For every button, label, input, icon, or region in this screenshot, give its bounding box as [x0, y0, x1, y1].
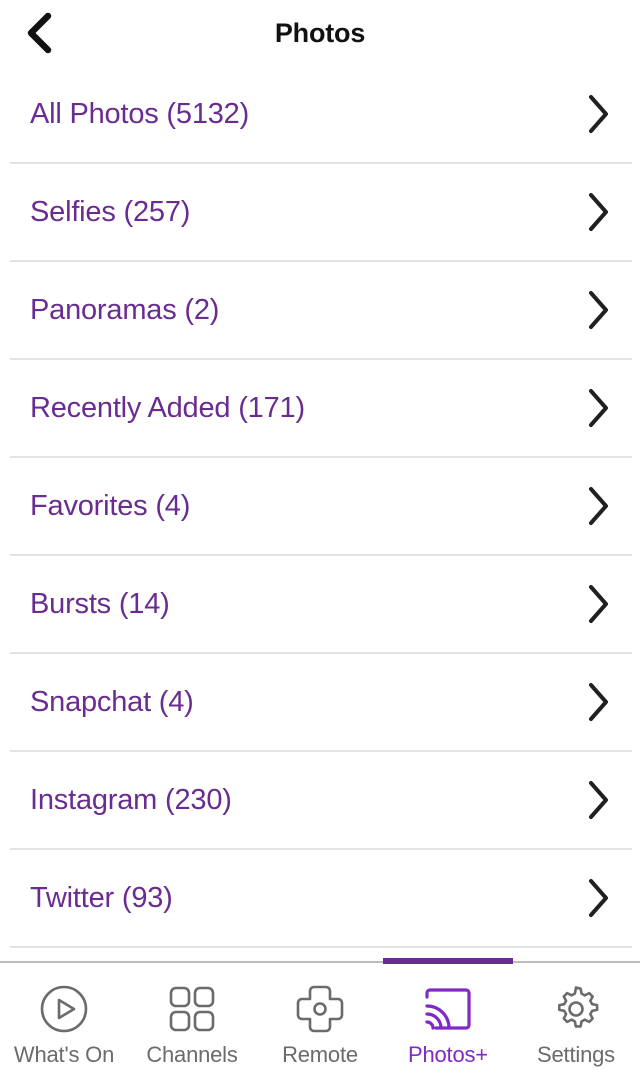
dpad-icon	[294, 983, 346, 1035]
list-divider	[10, 946, 632, 948]
list-item-label: Bursts (14)	[30, 587, 170, 620]
photos-screen: Photos All Photos (5132) Selfies (257) P…	[0, 0, 640, 1082]
chevron-right-icon	[568, 191, 628, 233]
tab-label: Photos+	[408, 1042, 488, 1067]
grid-squares-icon	[166, 983, 218, 1035]
list-item[interactable]: Twitter (93)	[0, 850, 640, 946]
list-item-label: Panoramas (2)	[30, 293, 220, 326]
app-header: Photos	[0, 0, 640, 66]
list-item[interactable]: Panoramas (2)	[0, 262, 640, 358]
chevron-right-icon	[568, 583, 628, 625]
chevron-right-icon	[568, 289, 628, 331]
list-item[interactable]: Bursts (14)	[0, 556, 640, 652]
chevron-right-icon	[568, 779, 628, 821]
list-item[interactable]: Favorites (4)	[0, 458, 640, 554]
list-item-label: Snapchat (4)	[30, 685, 194, 718]
back-button[interactable]	[22, 0, 84, 66]
list-item[interactable]: Recently Added (171)	[0, 360, 640, 456]
tab-whats-on[interactable]: What's On	[0, 963, 128, 1082]
tab-photos-plus[interactable]: Photos+	[383, 958, 513, 1082]
chevron-left-icon	[22, 11, 56, 55]
list-item-label: Twitter (93)	[30, 881, 173, 914]
chevron-right-icon	[568, 681, 628, 723]
tab-label: Settings	[537, 1042, 615, 1067]
photo-albums-list: All Photos (5132) Selfies (257) Panorama…	[0, 66, 640, 961]
tab-label: Channels	[146, 1042, 238, 1067]
bottom-tab-bar: What's On Channels Remote Photos+ Settin…	[0, 958, 640, 1082]
tab-settings[interactable]: Settings	[512, 963, 640, 1082]
tab-label: What's On	[13, 1042, 115, 1067]
chevron-right-icon	[568, 387, 628, 429]
list-item[interactable]: All Photos (5132)	[0, 66, 640, 162]
list-item-label: Recently Added (171)	[30, 391, 305, 424]
tab-remote[interactable]: Remote	[256, 963, 384, 1082]
cast-screen-icon	[422, 983, 474, 1035]
page-title: Photos	[274, 18, 366, 48]
chevron-right-icon	[568, 485, 628, 527]
list-item[interactable]: Snapchat (4)	[0, 654, 640, 750]
gear-icon	[550, 983, 602, 1035]
list-item-label: Instagram (230)	[30, 783, 232, 816]
tab-label: Remote	[282, 1042, 358, 1067]
chevron-right-icon	[568, 877, 628, 919]
chevron-right-icon	[568, 93, 628, 135]
play-circle-icon	[38, 983, 90, 1035]
list-item-label: Favorites (4)	[30, 489, 191, 522]
list-item[interactable]: Instagram (230)	[0, 752, 640, 848]
tab-active-indicator	[383, 958, 513, 964]
list-item-label: Selfies (257)	[30, 195, 191, 228]
list-item-label: All Photos (5132)	[30, 97, 250, 130]
list-item[interactable]: Selfies (257)	[0, 164, 640, 260]
tab-channels[interactable]: Channels	[128, 963, 256, 1082]
